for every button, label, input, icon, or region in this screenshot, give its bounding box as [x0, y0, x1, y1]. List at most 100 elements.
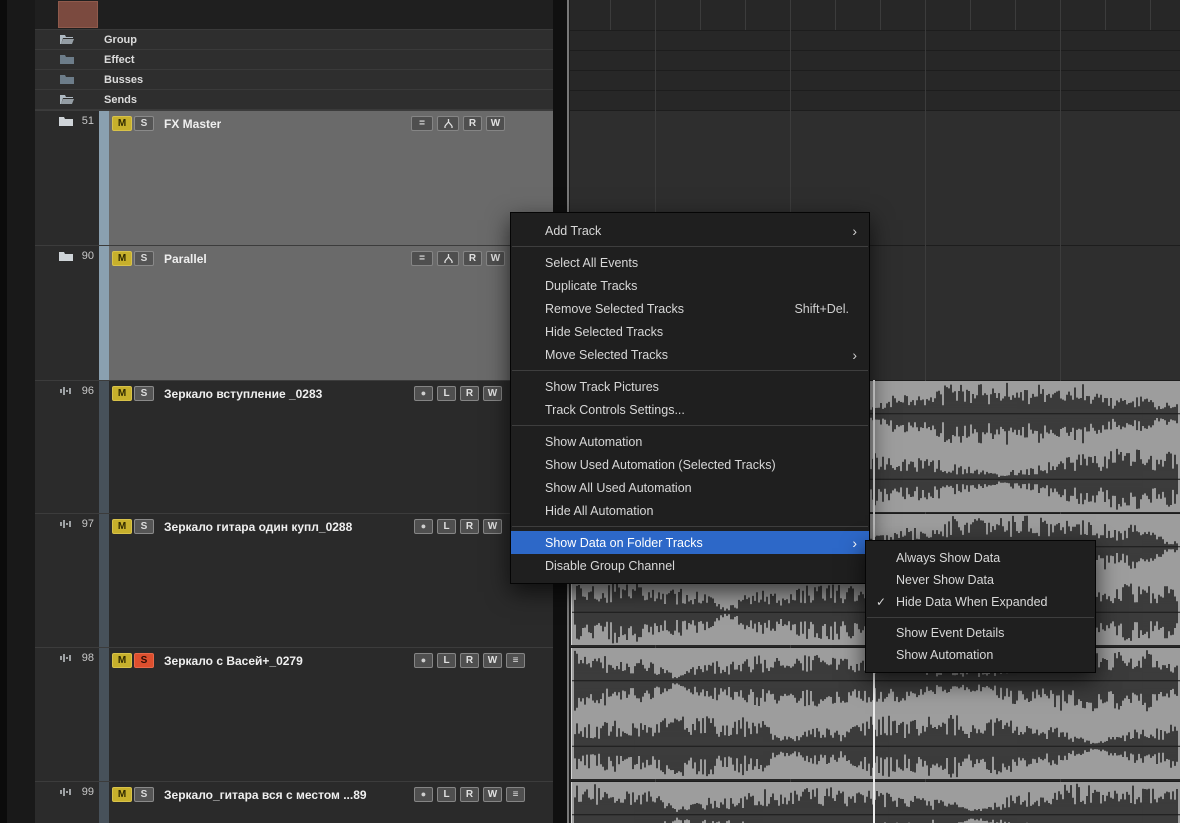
write-automation-button[interactable]: W [483, 519, 502, 534]
write-automation-button[interactable]: W [483, 386, 502, 401]
track-head-51[interactable]: 51 [35, 111, 99, 245]
read-automation-button[interactable]: R [460, 787, 479, 802]
listen-button[interactable]: L [437, 519, 456, 534]
mute-button[interactable]: M [112, 251, 132, 266]
record-arm-button[interactable]: ● [414, 519, 433, 534]
track-row-96[interactable]: 96 M S Зеркало вступление _0283 ● L R W [35, 380, 553, 513]
record-arm-button[interactable]: ● [414, 653, 433, 668]
track-row-90[interactable]: 90 M S Parallel = R W [35, 245, 553, 380]
record-arm-button[interactable]: ● [414, 787, 433, 802]
track-color-strip[interactable] [99, 111, 109, 245]
fork-routing-button[interactable] [437, 116, 459, 131]
read-automation-button[interactable]: R [463, 116, 482, 131]
track-row-97[interactable]: 97 M S Зеркало гитара один купл_0288 ● L R W [35, 513, 553, 647]
menu-item-always-show-data[interactable]: Always Show Data [866, 547, 1095, 569]
folder-row-busses[interactable]: Busses [35, 70, 553, 90]
solo-button[interactable]: S [134, 519, 154, 534]
track-list[interactable]: Group Effect Busses Sends 51 M S FX Master = R W 9… [35, 0, 553, 823]
track-color-swatch[interactable] [58, 1, 98, 28]
folder-row-effect[interactable]: Effect [35, 50, 553, 70]
equals-button[interactable]: = [411, 116, 433, 131]
mute-button[interactable]: M [112, 116, 132, 131]
menu-item-label: Show Used Automation (Selected Tracks) [545, 457, 776, 472]
partial-track-row[interactable] [35, 0, 553, 30]
track-controls: = R W [411, 251, 505, 266]
solo-button[interactable]: S [134, 653, 154, 668]
menu-item-move-selected-tracks[interactable]: Move Selected Tracks › [511, 343, 869, 366]
track-body[interactable]: M S Parallel = R W [109, 246, 553, 380]
menu-item-never-show-data[interactable]: Never Show Data [866, 569, 1095, 591]
audio-track-icon [59, 652, 75, 664]
menu-item-show-data-on-folder-tracks[interactable]: Show Data on Folder Tracks › [511, 531, 869, 554]
read-automation-button[interactable]: R [460, 386, 479, 401]
track-body[interactable]: M S Зеркало_гитара вся с местом ...89 ● L R W ≡ [109, 782, 553, 823]
record-arm-button[interactable]: ● [414, 386, 433, 401]
audio-event[interactable] [571, 782, 1180, 823]
mute-button[interactable]: M [112, 787, 132, 802]
events-list-button[interactable]: ≡ [506, 653, 525, 668]
menu-item-show-event-details[interactable]: Show Event Details [866, 622, 1095, 644]
listen-button[interactable]: L [437, 386, 456, 401]
track-head-99[interactable]: 99 [35, 782, 99, 823]
menu-item-hide-selected-tracks[interactable]: Hide Selected Tracks [511, 320, 869, 343]
track-body[interactable]: M S Зеркало вступление _0283 ● L R W [109, 381, 553, 513]
read-automation-button[interactable]: R [460, 519, 479, 534]
fork-routing-button[interactable] [437, 251, 459, 266]
menu-item-select-all-events[interactable]: Select All Events [511, 251, 869, 274]
track-body[interactable]: M S FX Master = R W [109, 111, 553, 245]
track-row-51[interactable]: 51 M S FX Master = R W [35, 110, 553, 245]
track-head-98[interactable]: 98 [35, 648, 99, 781]
mute-button[interactable]: M [112, 653, 132, 668]
read-automation-button[interactable]: R [463, 251, 482, 266]
write-automation-button[interactable]: W [483, 787, 502, 802]
track-color-strip[interactable] [99, 782, 109, 823]
menu-item-track-controls-settings[interactable]: Track Controls Settings... [511, 398, 869, 421]
solo-button[interactable]: S [134, 251, 154, 266]
ruler-tick [610, 0, 611, 30]
menu-item-show-track-pictures[interactable]: Show Track Pictures [511, 375, 869, 398]
ruler-tick [925, 0, 926, 30]
read-automation-button[interactable]: R [460, 653, 479, 668]
mute-button[interactable]: M [112, 386, 132, 401]
track-row-separator [570, 90, 1180, 91]
menu-item-show-used-automation-selected-tracks[interactable]: Show Used Automation (Selected Tracks) [511, 453, 869, 476]
listen-button[interactable]: L [437, 653, 456, 668]
menu-item-disable-group-channel[interactable]: Disable Group Channel [511, 554, 869, 577]
track-row-98[interactable]: 98 M S Зеркало с Васей+_0279 ● L R W ≡ [35, 647, 553, 781]
menu-item-duplicate-tracks[interactable]: Duplicate Tracks [511, 274, 869, 297]
folder-row-sends[interactable]: Sends [35, 90, 553, 110]
track-number: 96 [81, 385, 94, 397]
menu-item-hide-all-automation[interactable]: Hide All Automation [511, 499, 869, 522]
menu-item-show-all-used-automation[interactable]: Show All Used Automation [511, 476, 869, 499]
menu-separator [512, 370, 868, 371]
track-row-99[interactable]: 99 M S Зеркало_гитара вся с местом ...89 ● L R… [35, 781, 553, 823]
write-automation-button[interactable]: W [486, 251, 505, 266]
track-color-strip[interactable] [99, 381, 109, 513]
left-edge-inner [0, 0, 7, 823]
menu-item-label: Hide All Automation [545, 503, 654, 518]
menu-item-hide-data-when-expanded[interactable]: ✓ Hide Data When Expanded [866, 591, 1095, 613]
track-head-97[interactable]: 97 [35, 514, 99, 647]
track-head-96[interactable]: 96 [35, 381, 99, 513]
menu-item-show-automation[interactable]: Show Automation [866, 644, 1095, 666]
track-number: 99 [81, 786, 94, 798]
track-body[interactable]: M S Зеркало с Васей+_0279 ● L R W ≡ [109, 648, 553, 781]
solo-button[interactable]: S [134, 787, 154, 802]
events-list-button[interactable]: ≡ [506, 787, 525, 802]
menu-item-add-track[interactable]: Add Track › [511, 219, 869, 242]
equals-button[interactable]: = [411, 251, 433, 266]
write-automation-button[interactable]: W [483, 653, 502, 668]
write-automation-button[interactable]: W [486, 116, 505, 131]
track-color-strip[interactable] [99, 514, 109, 647]
track-head-90[interactable]: 90 [35, 246, 99, 380]
folder-row-group[interactable]: Group [35, 30, 553, 50]
menu-item-show-automation[interactable]: Show Automation [511, 430, 869, 453]
solo-button[interactable]: S [134, 116, 154, 131]
menu-item-remove-selected-tracks[interactable]: Remove Selected Tracks Shift+Del. [511, 297, 869, 320]
track-body[interactable]: M S Зеркало гитара один купл_0288 ● L R W [109, 514, 553, 647]
track-color-strip[interactable] [99, 648, 109, 781]
solo-button[interactable]: S [134, 386, 154, 401]
track-color-strip[interactable] [99, 246, 109, 380]
listen-button[interactable]: L [437, 787, 456, 802]
mute-button[interactable]: M [112, 519, 132, 534]
